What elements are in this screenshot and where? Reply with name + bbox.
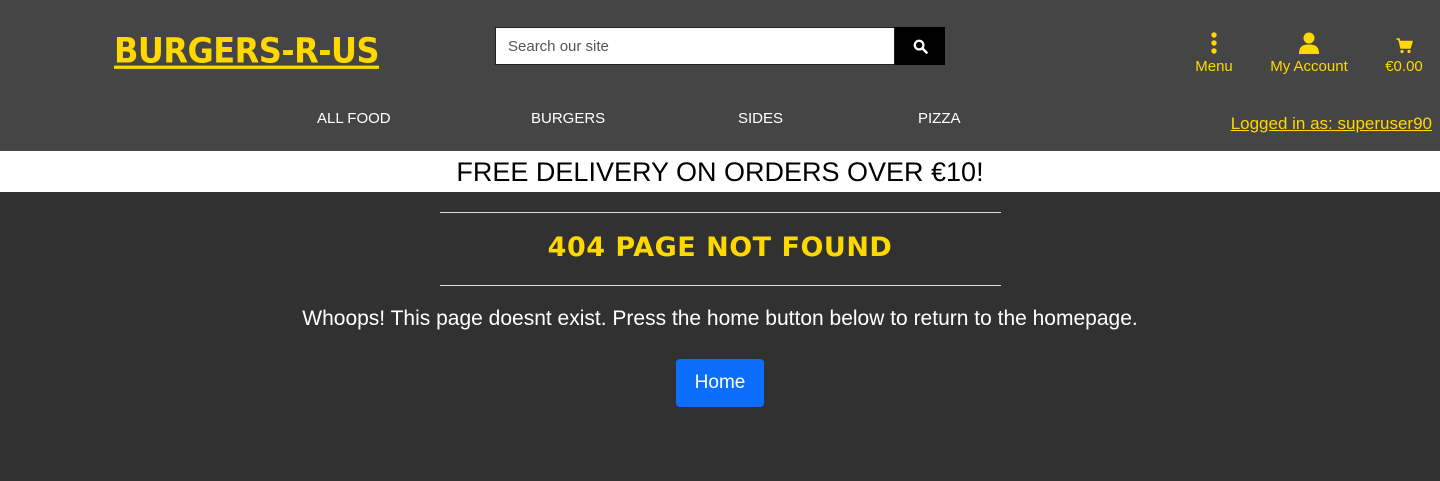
my-account-label: My Account [1270, 58, 1348, 75]
page-title: 404 PAGE NOT FOUND [547, 232, 893, 263]
cart-link[interactable]: €0.00 [1380, 30, 1428, 75]
nav-all-food[interactable]: ALL FOOD [317, 110, 391, 127]
user-icon [1298, 30, 1320, 54]
search-icon [913, 39, 928, 54]
divider-bottom [440, 285, 1001, 286]
divider-top [440, 212, 1001, 213]
menu-link[interactable]: Menu [1192, 30, 1236, 75]
site-header: BURGERS-R-US Menu My Account [0, 0, 1440, 151]
search-button[interactable] [895, 27, 945, 65]
brand-logo[interactable]: BURGERS-R-US [114, 30, 380, 71]
nav-sides[interactable]: SIDES [738, 110, 783, 127]
home-button[interactable]: Home [676, 359, 764, 407]
error-message: Whoops! This page doesnt exist. Press th… [302, 307, 1138, 330]
search-form [495, 27, 945, 65]
my-account-link[interactable]: My Account [1264, 30, 1354, 75]
vertical-dots-icon [1210, 30, 1218, 54]
search-input[interactable] [495, 27, 895, 65]
nav-pizza[interactable]: PIZZA [918, 110, 961, 127]
nav-burgers[interactable]: BURGERS [531, 110, 605, 127]
menu-label: Menu [1195, 58, 1233, 75]
delivery-banner: FREE DELIVERY ON ORDERS OVER €10! [0, 151, 1440, 192]
cart-total: €0.00 [1385, 58, 1423, 75]
logged-in-link[interactable]: Logged in as: superuser90 [1231, 114, 1432, 134]
cart-icon [1396, 30, 1413, 54]
